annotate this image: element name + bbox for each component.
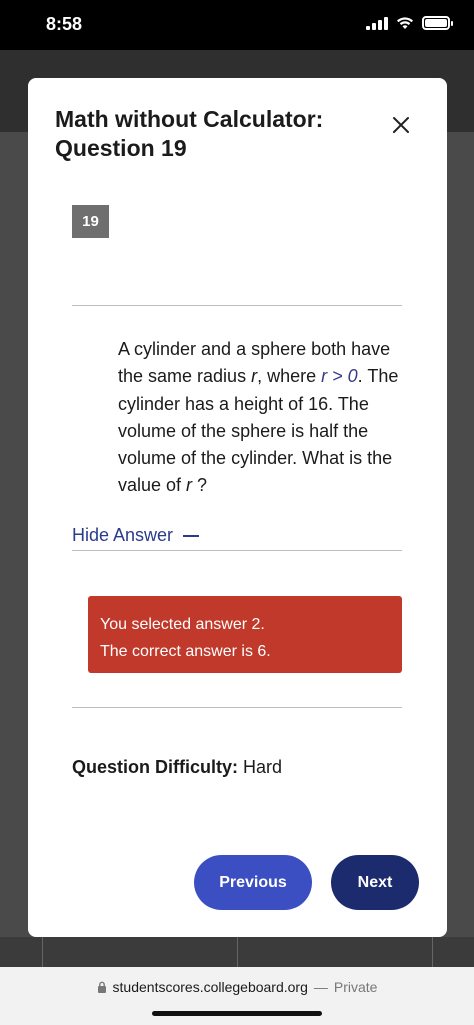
collapse-icon <box>183 534 200 537</box>
browser-address-bar[interactable]: studentscores.collegeboard.org — Private <box>0 967 474 1025</box>
divider <box>72 305 402 306</box>
question-modal: Math without Calculator: Question 19 19 … <box>28 78 447 937</box>
url-domain: studentscores.collegeboard.org <box>112 979 308 995</box>
signal-icon <box>366 16 388 30</box>
question-text-part: , where <box>257 366 322 387</box>
battery-icon <box>422 16 453 30</box>
divider <box>72 707 402 708</box>
lock-icon <box>97 981 106 993</box>
next-button[interactable]: Next <box>331 855 419 910</box>
home-indicator[interactable] <box>152 1011 322 1016</box>
correct-answer-text: The correct answer is 6. <box>100 643 271 660</box>
url-display[interactable]: studentscores.collegeboard.org — Private <box>0 979 474 995</box>
modal-title: Math without Calculator: Question 19 <box>55 106 324 161</box>
math-expression: r > 0 <box>321 366 358 387</box>
wifi-icon <box>397 17 413 29</box>
close-icon <box>393 117 409 133</box>
question-text-part: ? <box>192 475 208 496</box>
close-button[interactable] <box>388 112 414 138</box>
previous-button[interactable]: Previous <box>194 855 312 910</box>
question-number-badge: 19 <box>72 205 109 238</box>
question-difficulty: Question Difficulty: Hard <box>72 757 282 778</box>
status-bar: 8:58 <box>0 0 474 50</box>
private-mode-label: Private <box>333 979 378 995</box>
hide-answer-label: Hide Answer <box>72 525 174 545</box>
status-icons <box>366 16 453 30</box>
divider <box>72 550 402 551</box>
difficulty-value: Hard <box>243 757 283 777</box>
selected-answer-text: You selected answer 2. <box>100 616 265 633</box>
backdrop-content <box>0 937 474 967</box>
question-text: A cylinder and a sphere both have the sa… <box>118 336 418 500</box>
url-separator: — <box>313 979 328 995</box>
hide-answer-toggle[interactable]: Hide Answer <box>72 525 200 546</box>
difficulty-label: Question Difficulty: <box>72 757 238 777</box>
status-time: 8:58 <box>46 14 83 34</box>
answer-feedback: You selected answer 2. The correct answe… <box>88 596 402 673</box>
